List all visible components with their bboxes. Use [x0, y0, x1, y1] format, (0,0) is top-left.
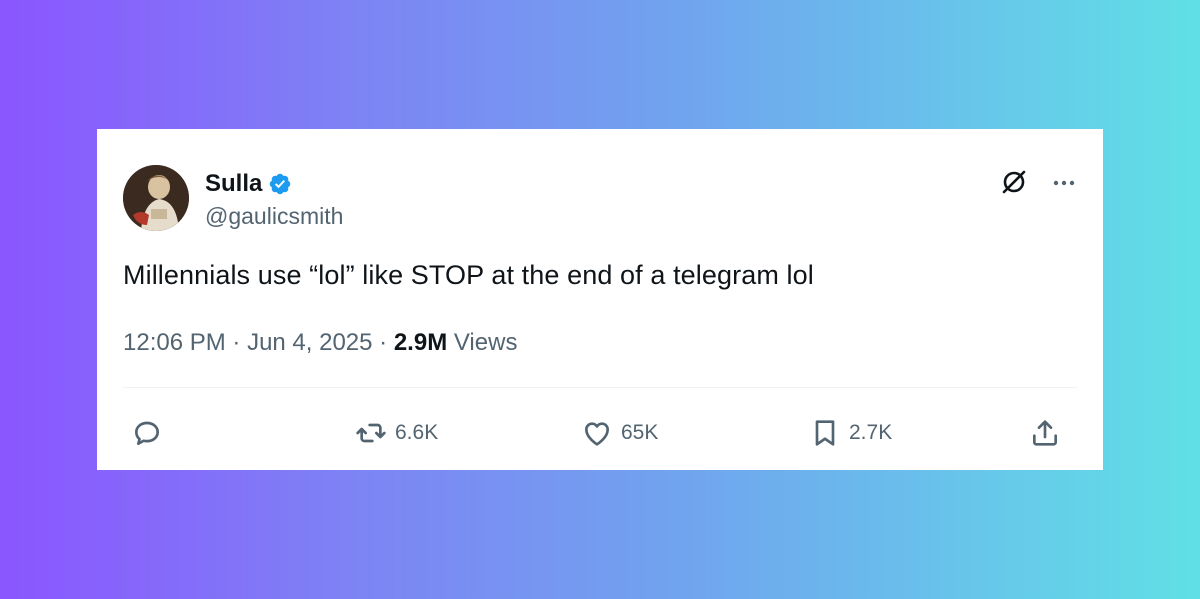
like-count: 65K	[621, 421, 659, 444]
action-bar: 6.6K 65K 2.7K	[123, 413, 1077, 453]
author-name[interactable]: Sulla	[205, 170, 292, 198]
divider	[123, 387, 1077, 388]
like-button[interactable]: 65K	[581, 413, 658, 453]
meta-separator: ·	[372, 329, 394, 356]
views-label: Views	[453, 329, 518, 356]
like-icon	[585, 422, 609, 446]
retweet-count: 6.6K	[395, 421, 439, 444]
reply-button[interactable]	[131, 413, 171, 453]
bookmark-button[interactable]: 2.7K	[809, 413, 892, 453]
share-icon	[1033, 420, 1057, 446]
author-name-text: Sulla	[205, 170, 263, 197]
tweet-card: Sulla @gaulicsmith Millennials use “lol”…	[97, 129, 1103, 470]
tweet-date[interactable]: Jun 4, 2025	[247, 329, 372, 357]
meta-separator: ·	[225, 329, 248, 356]
verified-badge-icon	[270, 173, 291, 195]
meta-space	[447, 329, 454, 357]
more-icon[interactable]	[1049, 168, 1079, 198]
avatar[interactable]	[123, 165, 189, 231]
share-button[interactable]	[1029, 413, 1061, 453]
tweet-text: Millennials use “lol” like STOP at the e…	[123, 260, 814, 290]
tweet-time[interactable]: 12:06 PM	[123, 329, 226, 357]
retweet-icon	[356, 423, 386, 443]
reply-icon	[135, 421, 159, 445]
bookmark-icon	[815, 420, 835, 446]
author-handle[interactable]: @gaulicsmith	[205, 203, 343, 230]
grok-icon[interactable]	[999, 167, 1029, 197]
views-count: 2.9M	[393, 329, 448, 356]
tweet-meta: 12:06 PM · Jun 4, 2025 · 2.9M Views	[123, 329, 517, 357]
retweet-button[interactable]: 6.6K	[355, 413, 438, 453]
bookmark-count: 2.7K	[849, 421, 893, 444]
